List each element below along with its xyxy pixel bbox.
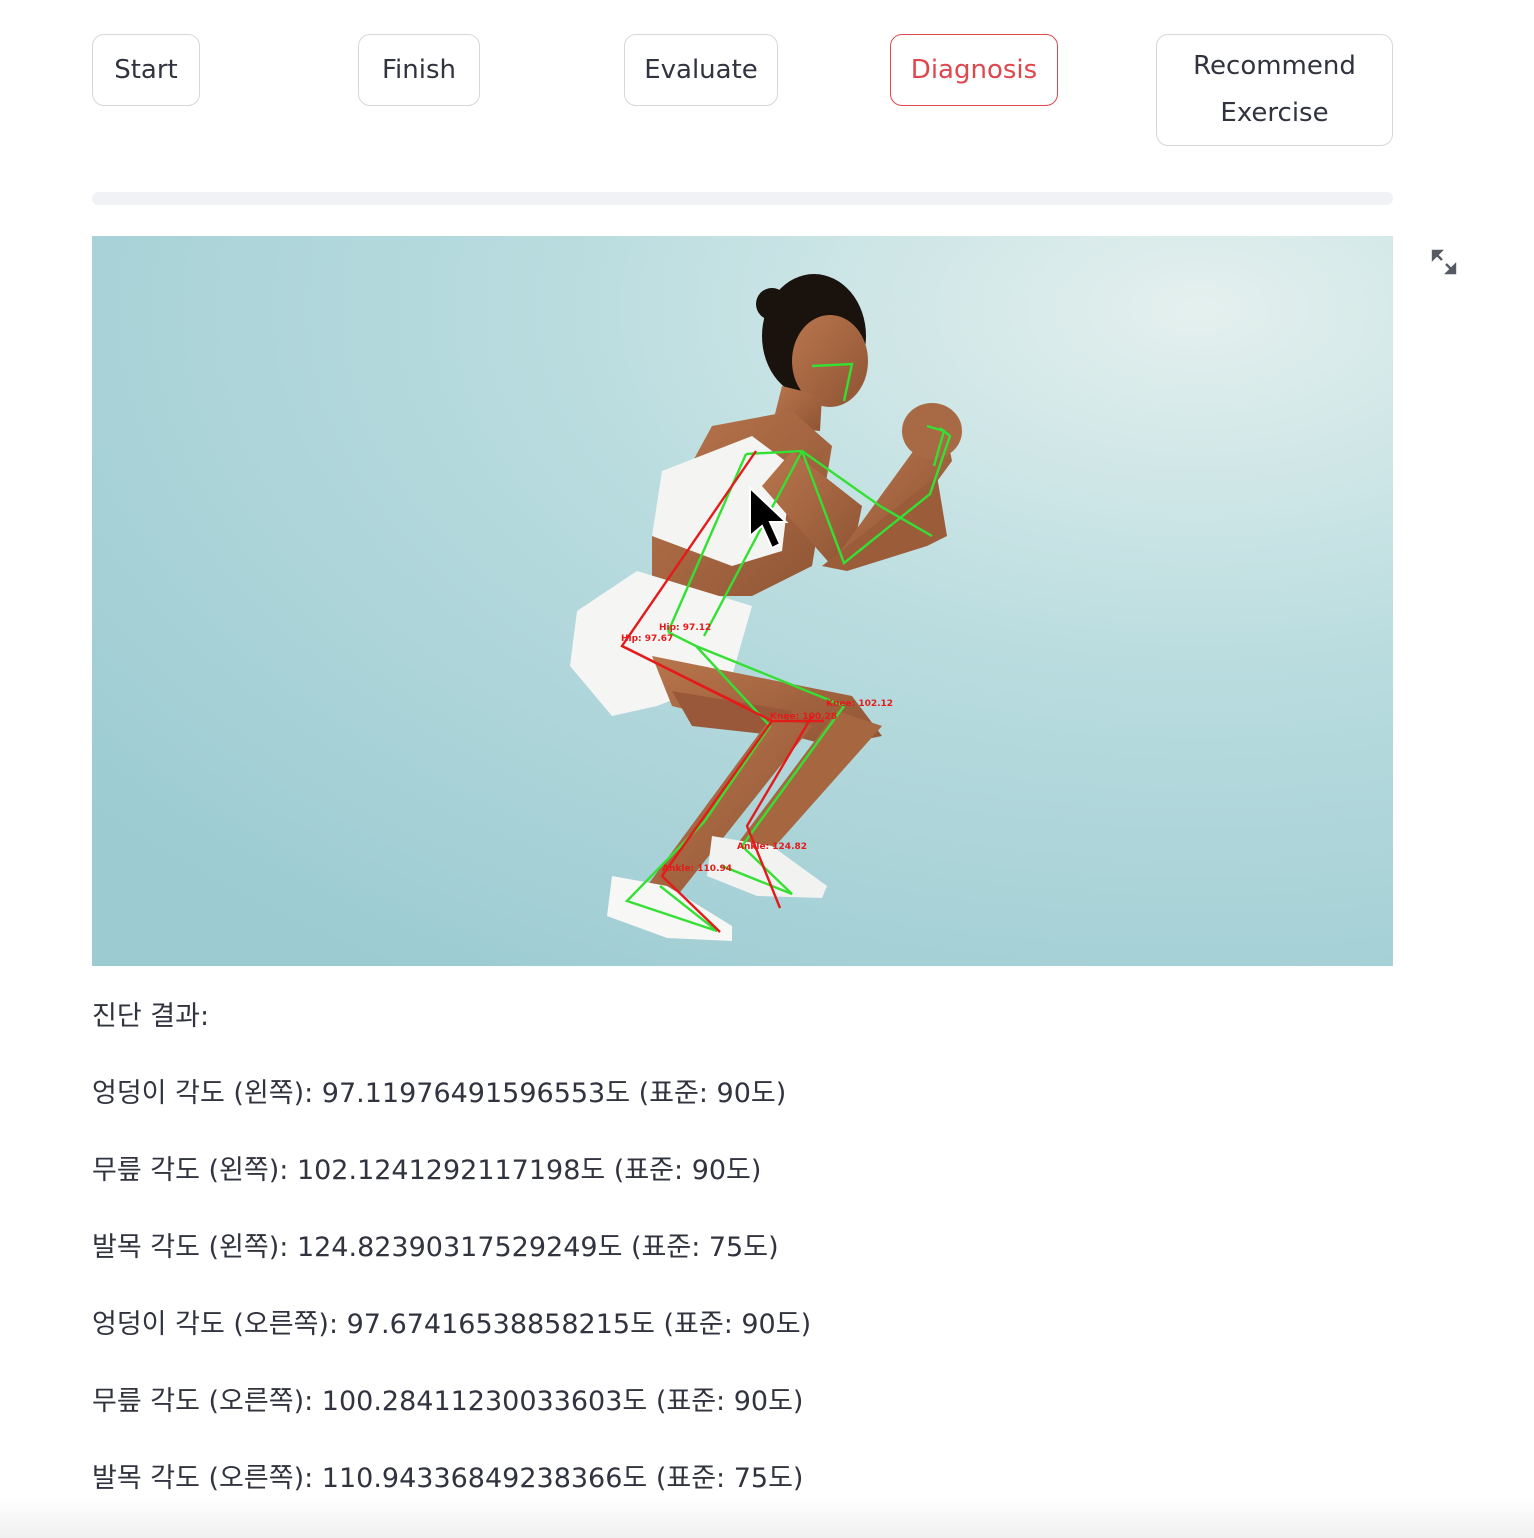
expand-icon	[1431, 249, 1457, 275]
fullscreen-button[interactable]	[1426, 244, 1462, 280]
finish-button[interactable]: Finish	[358, 34, 480, 106]
evaluate-button[interactable]: Evaluate	[624, 34, 778, 106]
diagnosis-heading: 진단 결과:	[92, 1001, 210, 1032]
result-line: 무릎 각도 (오른쪽): 100.28411230033603도 (표준: 90…	[92, 1386, 804, 1417]
knee-right-label: Knee: 100.28	[770, 712, 837, 722]
result-line: 엉덩이 각도 (왼쪽): 97.11976491596553도 (표준: 90도…	[92, 1078, 787, 1109]
diagnosis-results: 진단 결과: 엉덩이 각도 (왼쪽): 97.11976491596553도 (…	[92, 994, 1392, 1502]
hip-right-label: Hip: 97.67	[621, 634, 673, 644]
bottom-shadow	[0, 1498, 1534, 1538]
result-line: 발목 각도 (왼쪽): 124.82390317529249도 (표준: 75도…	[92, 1232, 779, 1263]
ankle-left-label: Ankle: 124.82	[737, 842, 807, 852]
knee-left-label: Knee: 102.12	[826, 699, 893, 709]
recommend-exercise-button[interactable]: Recommend Exercise	[1156, 34, 1393, 146]
result-line: 무릎 각도 (왼쪽): 102.1241292117198도 (표준: 90도)	[92, 1155, 762, 1186]
pose-estimation-image: Hip: 97.12 Hip: 97.67 Knee: 102.12 Knee:…	[92, 236, 1393, 966]
start-button[interactable]: Start	[92, 34, 200, 106]
result-line: 엉덩이 각도 (오른쪽): 97.67416538858215도 (표준: 90…	[92, 1309, 812, 1340]
progress-bar	[92, 192, 1393, 205]
ankle-right-label: Ankle: 110.94	[662, 864, 732, 874]
diagnosis-button[interactable]: Diagnosis	[890, 34, 1058, 106]
result-line: 발목 각도 (오른쪽): 110.94336849238366도 (표준: 75…	[92, 1463, 804, 1494]
hip-left-label: Hip: 97.12	[659, 623, 711, 633]
